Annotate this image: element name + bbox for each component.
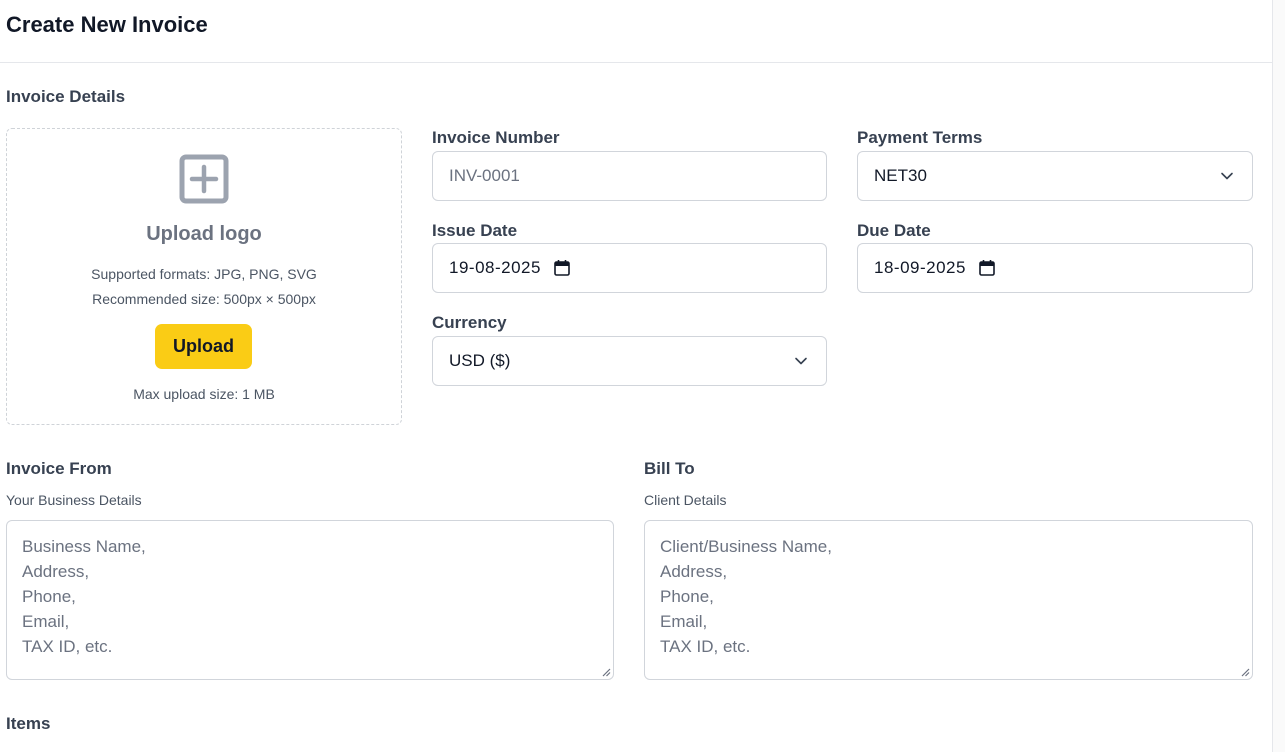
issue-date-value: 19-08-2025 — [449, 258, 541, 277]
logo-upload-dropzone[interactable]: Upload logo Supported formats: JPG, PNG,… — [6, 128, 402, 425]
chevron-down-icon — [1221, 172, 1233, 180]
upload-button[interactable]: Upload — [155, 324, 252, 369]
bill-to-textarea[interactable]: Client/Business Name, Address, Phone, Em… — [644, 520, 1253, 680]
resize-handle-icon[interactable] — [1240, 667, 1250, 677]
currency-value: USD ($) — [449, 351, 511, 370]
bill-to-placeholder: Client/Business Name, Address, Phone, Em… — [660, 537, 832, 656]
scrollbar-track[interactable] — [1272, 0, 1285, 752]
invoice-from-heading: Invoice From — [6, 459, 112, 478]
plus-square-icon — [179, 154, 229, 204]
calendar-icon[interactable] — [978, 259, 996, 277]
items-heading: Items — [6, 714, 51, 733]
bill-to-subtitle: Client Details — [644, 492, 727, 508]
due-date-label: Due Date — [857, 221, 931, 240]
invoice-number-label: Invoice Number — [432, 128, 560, 147]
currency-label: Currency — [432, 313, 507, 332]
chevron-down-icon — [795, 357, 807, 365]
page-header: Create New Invoice — [0, 0, 1272, 63]
invoice-from-subtitle: Your Business Details — [6, 492, 142, 508]
issue-date-field[interactable]: 19-08-2025 — [432, 243, 827, 293]
upload-formats-text: Supported formats: JPG, PNG, SVG — [91, 266, 317, 282]
invoice-number-field[interactable] — [432, 151, 827, 201]
due-date-value: 18-09-2025 — [874, 258, 966, 277]
page-title: Create New Invoice — [6, 12, 208, 37]
calendar-icon[interactable] — [553, 259, 571, 277]
upload-max-size-text: Max upload size: 1 MB — [133, 386, 275, 402]
upload-logo-title: Upload logo — [146, 223, 262, 245]
bill-to-heading: Bill To — [644, 459, 695, 478]
invoice-number-input[interactable] — [449, 166, 810, 186]
payment-terms-value: NET30 — [874, 166, 927, 185]
invoice-from-textarea[interactable]: Business Name, Address, Phone, Email, TA… — [6, 520, 614, 680]
invoice-details-heading: Invoice Details — [6, 87, 126, 106]
invoice-from-placeholder: Business Name, Address, Phone, Email, TA… — [22, 537, 146, 656]
payment-terms-select[interactable]: NET30 — [857, 151, 1253, 201]
resize-handle-icon[interactable] — [601, 667, 611, 677]
upload-recommended-text: Recommended size: 500px × 500px — [92, 291, 316, 307]
issue-date-label: Issue Date — [432, 221, 518, 240]
due-date-field[interactable]: 18-09-2025 — [857, 243, 1253, 293]
currency-select[interactable]: USD ($) — [432, 336, 827, 386]
invoice-page: Create New Invoice Invoice Details Uploa… — [0, 0, 1285, 752]
payment-terms-label: Payment Terms — [857, 128, 983, 147]
